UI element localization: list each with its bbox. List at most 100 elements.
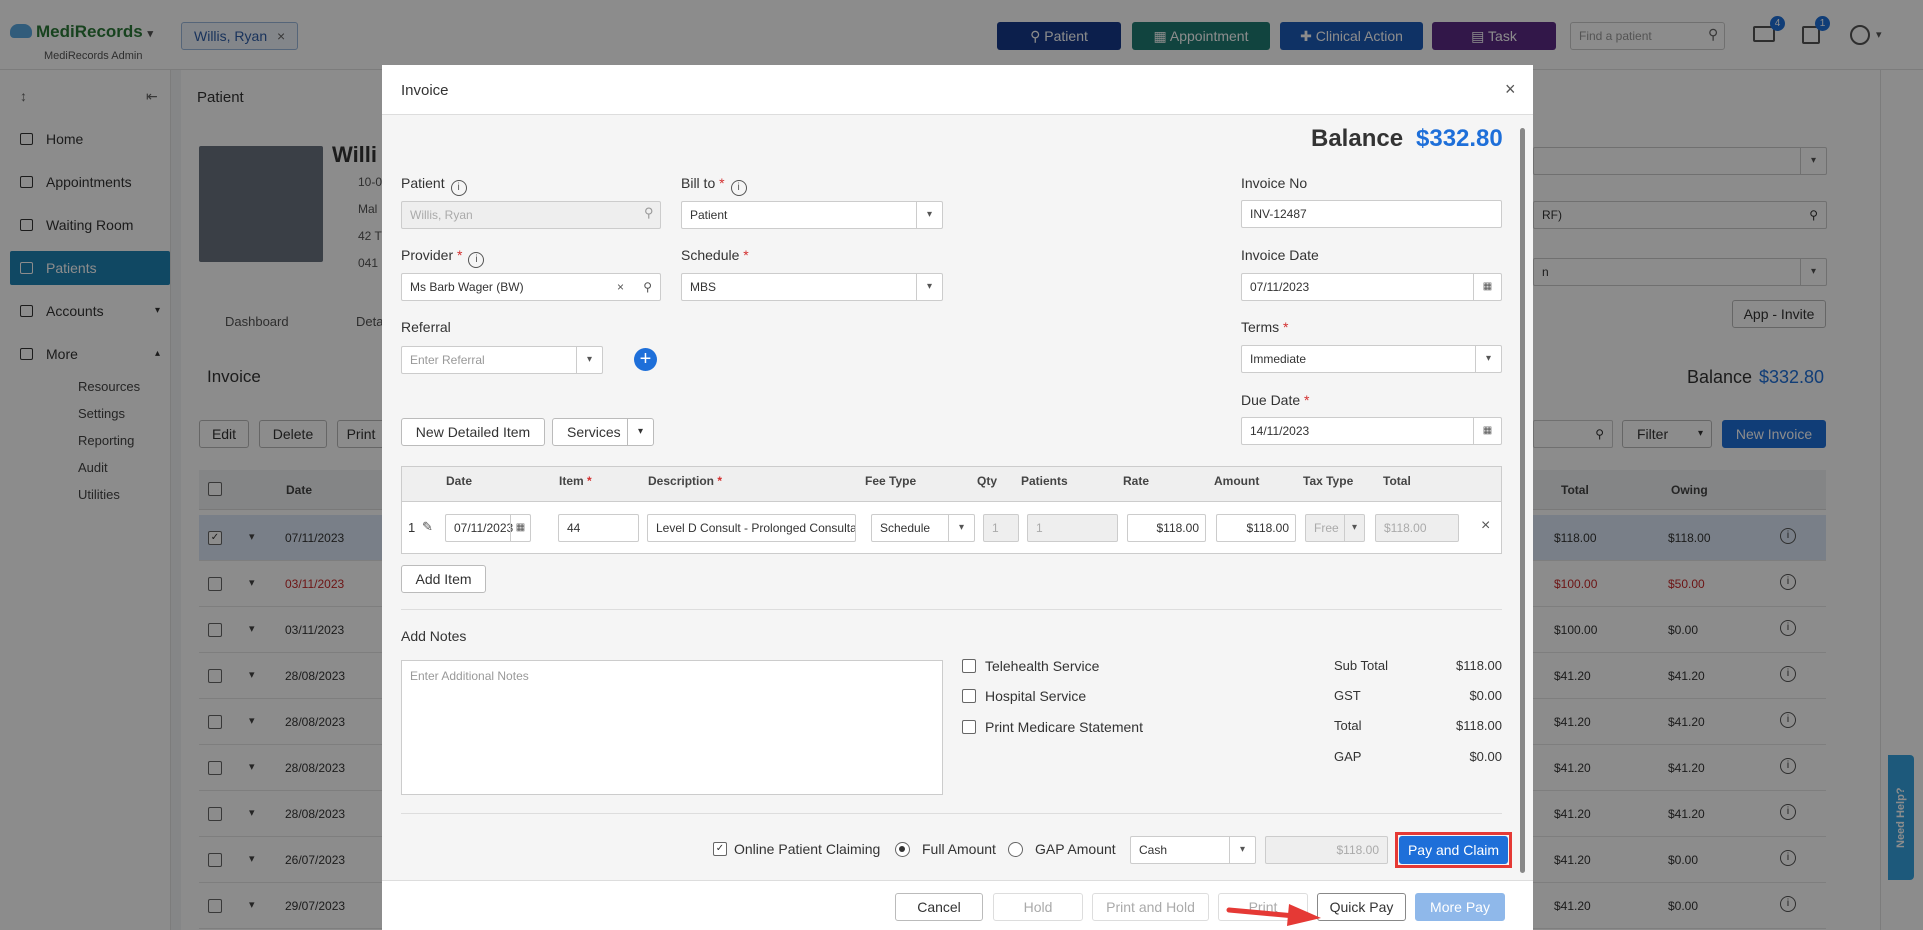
invoice-modal: Invoice × Balance $332.80 Patient i Willi… bbox=[382, 65, 1533, 930]
header-amount: Amount bbox=[1214, 474, 1260, 488]
gap-amount-label: GAP Amount bbox=[1035, 841, 1116, 857]
terms-select[interactable]: Immediate ▾ bbox=[1241, 345, 1502, 373]
line-rate-input[interactable]: $118.00 bbox=[1127, 514, 1206, 542]
line-tax-type-select: Free ▾ bbox=[1305, 514, 1365, 542]
new-detailed-item-button[interactable]: New Detailed Item bbox=[401, 418, 545, 446]
cancel-button[interactable]: Cancel bbox=[895, 893, 983, 921]
provider-input[interactable]: Ms Barb Wager (BW) × ⚲ bbox=[401, 273, 661, 301]
search-icon[interactable]: ⚲ bbox=[644, 205, 654, 221]
header-description: Description * bbox=[648, 474, 723, 488]
referral-input[interactable]: Enter Referral ▾ bbox=[401, 346, 603, 374]
gap-label: GAP bbox=[1334, 749, 1362, 764]
pay-and-claim-button[interactable]: Pay and Claim bbox=[1399, 836, 1508, 864]
schedule-label: Schedule * bbox=[681, 247, 749, 263]
calendar-icon[interactable]: ▦ bbox=[1473, 418, 1501, 444]
chevron-down-icon: ▾ bbox=[1229, 837, 1255, 863]
annotation-arrow bbox=[1226, 904, 1321, 926]
services-button[interactable]: Services ▾ bbox=[552, 418, 654, 446]
due-date-input[interactable]: 14/11/2023 ▦ bbox=[1241, 417, 1502, 445]
add-notes-label: Add Notes bbox=[401, 628, 467, 644]
invoice-date-input[interactable]: 07/11/2023 ▦ bbox=[1241, 273, 1502, 301]
chevron-down-icon: ▾ bbox=[627, 419, 653, 445]
header-total: Total bbox=[1383, 474, 1411, 488]
subtotal-label: Sub Total bbox=[1334, 658, 1388, 673]
subtotal-value: $118.00 bbox=[1455, 658, 1502, 673]
chevron-down-icon: ▾ bbox=[576, 347, 602, 373]
gst-label: GST bbox=[1334, 688, 1361, 703]
invoice-no-label: Invoice No bbox=[1241, 175, 1308, 191]
terms-label: Terms * bbox=[1241, 319, 1289, 335]
header-fee-type: Fee Type bbox=[865, 474, 917, 488]
search-icon[interactable]: ⚲ bbox=[643, 274, 652, 300]
gst-value: $0.00 bbox=[1469, 688, 1502, 703]
chevron-down-icon: ▾ bbox=[948, 515, 974, 541]
calendar-icon[interactable]: ▦ bbox=[1473, 274, 1501, 300]
full-amount-radio[interactable] bbox=[895, 842, 910, 857]
info-icon[interactable]: i bbox=[468, 252, 485, 268]
line-patients-input: 1 bbox=[1027, 514, 1118, 542]
add-item-button[interactable]: Add Item bbox=[401, 565, 486, 593]
more-pay-button[interactable]: More Pay bbox=[1415, 893, 1505, 921]
radio-dot bbox=[899, 846, 905, 852]
close-icon[interactable]: × bbox=[1505, 79, 1516, 100]
info-icon[interactable]: i bbox=[730, 180, 747, 196]
line-qty-input: 1 bbox=[983, 514, 1019, 542]
schedule-select[interactable]: MBS ▾ bbox=[681, 273, 943, 301]
divider bbox=[401, 609, 1502, 610]
invoice-no-input[interactable]: INV-12487 bbox=[1241, 200, 1502, 228]
chevron-down-icon: ▾ bbox=[1344, 515, 1364, 541]
hospital-label: Hospital Service bbox=[985, 688, 1087, 704]
line-total-input: $118.00 bbox=[1375, 514, 1459, 542]
modal-header bbox=[382, 65, 1533, 115]
online-claiming-checkbox[interactable]: ✓ bbox=[713, 842, 727, 856]
info-icon[interactable]: i bbox=[450, 180, 467, 196]
total-label: Total bbox=[1334, 718, 1362, 733]
due-date-label: Due Date * bbox=[1241, 392, 1310, 408]
remove-line-icon[interactable]: × bbox=[1481, 517, 1490, 535]
referral-label: Referral bbox=[401, 319, 451, 335]
print-and-hold-button[interactable]: Print and Hold bbox=[1092, 893, 1209, 921]
line-date-input[interactable]: 07/11/2023 ▦ bbox=[445, 514, 531, 542]
pencil-icon[interactable]: ✎ bbox=[422, 519, 433, 535]
payment-method-select[interactable]: Cash ▾ bbox=[1130, 836, 1256, 864]
line-fee-type-select[interactable]: Schedule ▾ bbox=[871, 514, 975, 542]
line-description-input[interactable]: Level D Consult - Prolonged Consultat... bbox=[647, 514, 856, 542]
add-referral-icon[interactable]: + bbox=[634, 348, 657, 371]
modal-balance-value: $332.80 bbox=[1416, 125, 1503, 152]
clear-icon[interactable]: × bbox=[617, 274, 624, 300]
gap-value: $0.00 bbox=[1469, 749, 1502, 764]
header-qty: Qty bbox=[977, 474, 998, 488]
telehealth-checkbox[interactable] bbox=[962, 659, 976, 673]
scrollbar[interactable] bbox=[1520, 128, 1525, 873]
patient-input: Willis, Ryan bbox=[401, 201, 661, 229]
line-number: 1 bbox=[408, 520, 416, 535]
header-item: Item * bbox=[559, 474, 592, 488]
notes-textarea[interactable]: Enter Additional Notes bbox=[401, 660, 943, 795]
hospital-checkbox[interactable] bbox=[962, 689, 976, 703]
medicare-statement-checkbox[interactable] bbox=[962, 720, 976, 734]
gap-amount-radio[interactable] bbox=[1008, 842, 1023, 857]
modal-title: Invoice bbox=[401, 82, 449, 99]
bill-to-select[interactable]: Patient ▾ bbox=[681, 201, 943, 229]
calendar-icon[interactable]: ▦ bbox=[510, 515, 530, 541]
modal-balance-label: Balance bbox=[1311, 125, 1404, 152]
line-amount-input[interactable]: $118.00 bbox=[1216, 514, 1296, 542]
full-amount-label: Full Amount bbox=[922, 841, 996, 857]
chevron-down-icon: ▾ bbox=[916, 202, 942, 228]
hold-button[interactable]: Hold bbox=[993, 893, 1083, 921]
pay-amount-input: $118.00 bbox=[1265, 836, 1388, 864]
quick-pay-button[interactable]: Quick Pay bbox=[1317, 893, 1406, 921]
patient-label: Patient i bbox=[401, 175, 467, 196]
total-value: $118.00 bbox=[1455, 718, 1502, 733]
provider-label: Provider * i bbox=[401, 247, 485, 268]
invoice-date-label: Invoice Date bbox=[1241, 247, 1319, 263]
chevron-down-icon: ▾ bbox=[1475, 346, 1501, 372]
divider bbox=[401, 813, 1502, 814]
bill-to-label: Bill to * i bbox=[681, 175, 747, 196]
medicare-statement-label: Print Medicare Statement bbox=[985, 719, 1143, 735]
telehealth-label: Telehealth Service bbox=[985, 658, 1100, 674]
header-tax-type: Tax Type bbox=[1303, 474, 1354, 488]
header-rate: Rate bbox=[1123, 474, 1150, 488]
header-date: Date bbox=[446, 474, 473, 488]
line-item-input[interactable]: 44 bbox=[558, 514, 639, 542]
